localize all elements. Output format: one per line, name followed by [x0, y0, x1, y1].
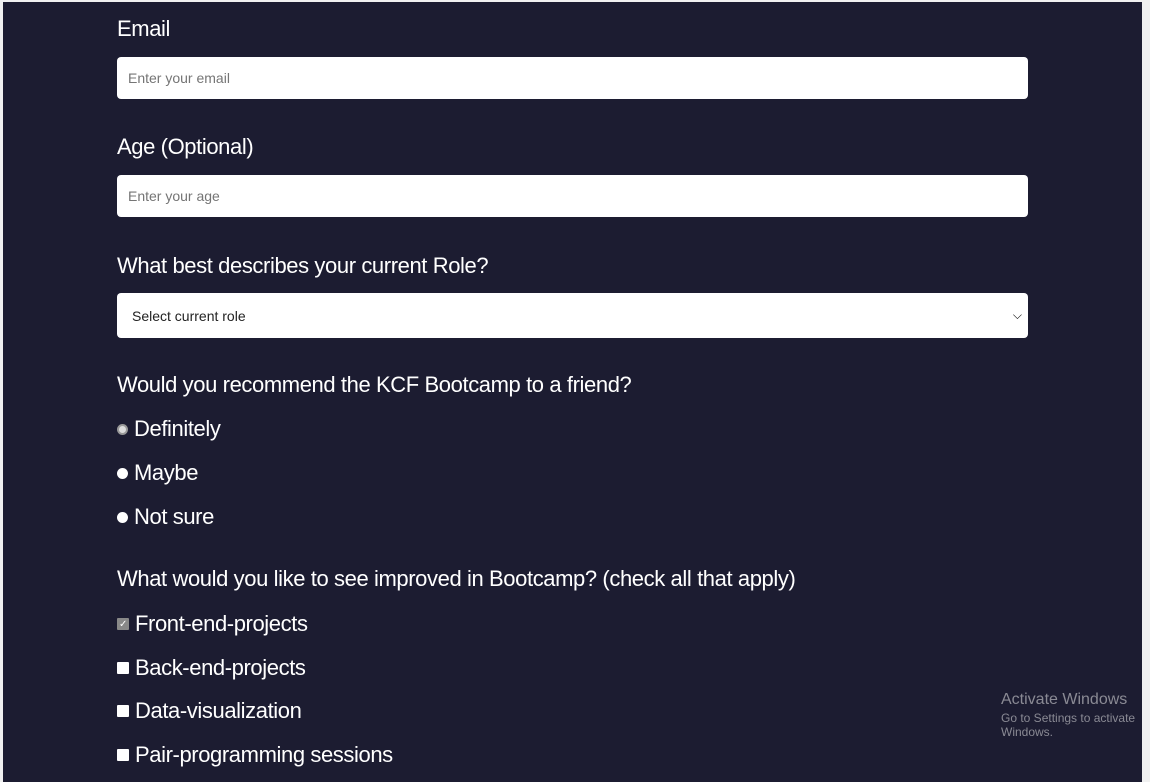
email-placeholder: Enter your email [128, 70, 230, 86]
radio-button[interactable] [117, 511, 128, 523]
activation-watermark-title: Activate Windows [1001, 691, 1128, 708]
improve-label: What would you like to see improved in B… [117, 566, 796, 591]
checkbox[interactable] [117, 662, 129, 674]
checkbox[interactable] [117, 749, 129, 761]
radio-definitely[interactable]: Definitely [117, 416, 221, 442]
radio-label: Maybe [134, 460, 199, 485]
chevron-down-icon: ⌵ [1012, 308, 1022, 322]
age-label: Age (Optional) [117, 134, 254, 159]
page-edge [1142, 0, 1150, 782]
activation-watermark: Activate Windows Go to Settings to activ… [1001, 690, 1141, 739]
checkbox-label: Front-end-projects [135, 611, 308, 636]
checkbox-back-end[interactable]: Back-end-projects [117, 655, 306, 681]
radio-not-sure[interactable]: Not sure [117, 504, 214, 530]
checkbox[interactable]: ✓ [117, 618, 129, 630]
checkbox-pair-programming[interactable]: Pair-programming sessions [117, 742, 393, 768]
radio-maybe[interactable]: Maybe [117, 460, 198, 486]
role-selected: Select current role [132, 307, 246, 324]
email-label: Email [117, 16, 171, 41]
checkbox-label: Data-visualization [135, 698, 302, 723]
role-select[interactable]: Select current role ⌵ [117, 293, 1028, 338]
survey-form: Email Enter your email Age (Optional) En… [3, 2, 1142, 782]
checkbox-front-end[interactable]: ✓ Front-end-projects [117, 611, 308, 637]
checkbox[interactable] [117, 705, 129, 717]
checkbox-label: Back-end-projects [135, 655, 306, 680]
checkbox-data-viz[interactable]: Data-visualization [117, 698, 302, 724]
age-placeholder: Enter your age [128, 188, 220, 204]
age-input[interactable]: Enter your age [117, 175, 1028, 217]
radio-button[interactable] [117, 423, 128, 435]
email-input[interactable]: Enter your email [117, 57, 1028, 99]
role-label: What best describes your current Role? [117, 253, 489, 278]
radio-label: Not sure [134, 504, 214, 529]
radio-button[interactable] [117, 467, 128, 479]
recommend-label: Would you recommend the KCF Bootcamp to … [117, 372, 632, 397]
activation-watermark-subtitle: Go to Settings to activate Windows. [1001, 711, 1136, 739]
checkbox-label: Pair-programming sessions [135, 742, 393, 767]
radio-label: Definitely [134, 416, 221, 441]
